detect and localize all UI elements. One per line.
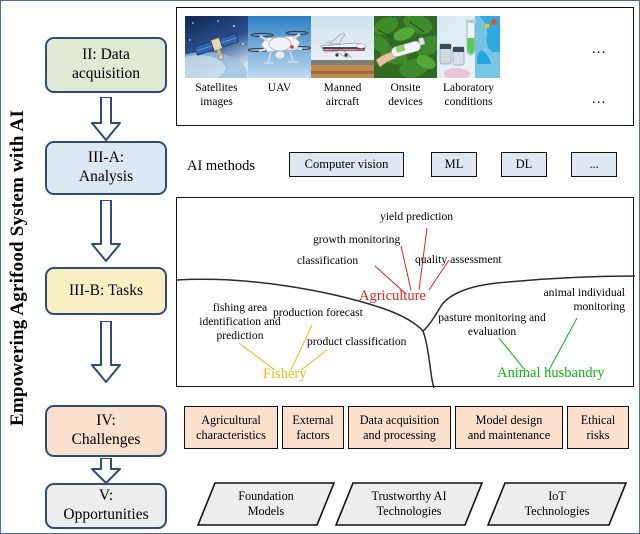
stage-label-line1: IV:: [96, 412, 116, 430]
challenge-data-acquisition-processing[interactable]: Data acquisition and processing: [348, 406, 451, 449]
label-line2: conditions: [444, 95, 493, 108]
label-line1: UAV: [267, 82, 292, 94]
opportunity-foundation-models[interactable]: Foundation Models: [196, 482, 336, 526]
stage-analysis[interactable]: III-A: Analysis: [45, 141, 167, 195]
stage-opportunities[interactable]: V: Opportunities: [45, 483, 167, 529]
sources-ellipsis-top: ...: [592, 41, 607, 57]
thumbnail-manned-aircraft: [311, 16, 374, 78]
method-more[interactable]: ...: [571, 152, 617, 177]
stage-data-acquisition[interactable]: II: Data acquisition: [45, 37, 167, 93]
stage-tasks[interactable]: III-B: Tasks: [45, 267, 167, 315]
challenge-external-factors[interactable]: External factors: [282, 406, 344, 449]
challenge-line2: and maintenance: [467, 427, 551, 442]
domain-label-agriculture: Agriculture: [359, 288, 426, 304]
source-label-laboratory: Laboratory conditions: [437, 82, 500, 109]
challenge-line1: Data acquisition: [359, 412, 440, 427]
sources-ellipsis-bottom: ...: [592, 91, 607, 107]
source-label-manned-aircraft: Manned aircraft: [311, 82, 374, 109]
challenge-line1: Ethical: [580, 412, 616, 427]
label-line1: Satellites: [195, 82, 238, 94]
challenge-line1: Model design: [475, 412, 543, 427]
label-line1: Onsite: [390, 82, 421, 94]
figure-vertical-title: Empowering Agrifood System with AI: [1, 1, 35, 533]
arrow-challenges-to-opportunities: [91, 457, 121, 484]
stage-challenges[interactable]: IV: Challenges: [45, 405, 167, 457]
opportunity-iot-technologies[interactable]: IoT Technologies: [486, 482, 628, 526]
challenge-line2: factors: [296, 427, 330, 442]
method-dl[interactable]: DL: [501, 152, 547, 177]
domain-label-animal-husbandry: Animal husbandry: [497, 365, 605, 381]
thumbnail-satellite: [185, 16, 248, 78]
task-classification: classification: [297, 254, 359, 267]
challenge-line2: and processing: [363, 427, 436, 442]
stage-label-line1: V:: [98, 487, 114, 505]
method-computer-vision[interactable]: Computer vision: [289, 152, 404, 177]
source-label-onsite-devices: Onsite devices: [374, 82, 437, 109]
challenge-ethical-risks[interactable]: Ethical risks: [567, 406, 629, 449]
vertical-title-text: Empowering Agrifood System with AI: [7, 109, 28, 427]
stage-label-line1: III-A:: [87, 149, 125, 167]
challenge-line2: risks: [586, 427, 610, 442]
stage-label-line2: acquisition: [71, 65, 141, 82]
task-production-forecast: production forecast: [273, 306, 363, 319]
arrow-analysis-to-tasks: [91, 199, 121, 262]
source-label-satellite: Satellites images: [185, 82, 248, 109]
opportunity-trustworthy-ai[interactable]: Trustworthy AI Technologies: [334, 482, 484, 526]
task-pasture-monitoring: pasture monitoring and evaluation: [438, 311, 546, 338]
label-line1: Laboratory: [442, 82, 495, 94]
challenge-line2: characteristics: [196, 427, 266, 442]
label-line2: devices: [388, 95, 423, 108]
arrow-data-to-analysis: [91, 96, 121, 141]
challenge-line1: Agricultural: [201, 412, 261, 427]
thumbnail-uav: [248, 16, 311, 78]
method-ml[interactable]: ML: [431, 152, 477, 177]
label-line1: Manned: [323, 82, 362, 94]
task-animal-individual-monitoring: animal individual monitoring: [543, 286, 625, 313]
stage-label-line1: III-B: Tasks: [69, 281, 143, 299]
task-growth-monitoring: growth monitoring: [313, 233, 401, 246]
arrow-tasks-to-challenges: [91, 320, 121, 383]
stage-label-line2: Opportunities: [63, 506, 149, 523]
label-line2: images: [200, 95, 233, 108]
figure-root: Empowering Agrifood System with AI II: D…: [0, 0, 640, 534]
stage-label-line1: II: Data: [82, 46, 130, 64]
task-product-classification: product classification: [307, 335, 407, 348]
task-quality-assessment: quality assessment: [415, 253, 502, 266]
source-label-uav: UAV: [248, 82, 311, 109]
stage-label-line2: Challenges: [71, 431, 141, 448]
domain-label-fishery: Fishery: [263, 366, 307, 382]
task-yield-prediction: yield prediction: [380, 210, 454, 223]
panel-data-acquisition: Satellites images UAV Manned aircraft On…: [176, 7, 634, 126]
label-line2: aircraft: [325, 95, 360, 108]
challenge-model-design-maintenance[interactable]: Model design and maintenance: [455, 406, 563, 449]
challenge-agricultural-characteristics[interactable]: Agricultural characteristics: [184, 406, 278, 449]
thumbnail-onsite-devices: [374, 16, 437, 78]
ai-methods-label: AI methods: [187, 158, 256, 174]
source-thumbnail-strip: [185, 16, 500, 78]
thumbnail-laboratory: [437, 16, 500, 78]
panel-tasks: yield prediction growth monitoring class…: [176, 197, 635, 388]
source-label-strip: Satellites images UAV Manned aircraft On…: [185, 82, 500, 109]
stage-label-line2: Analysis: [78, 168, 134, 185]
challenge-line1: External: [292, 412, 334, 427]
